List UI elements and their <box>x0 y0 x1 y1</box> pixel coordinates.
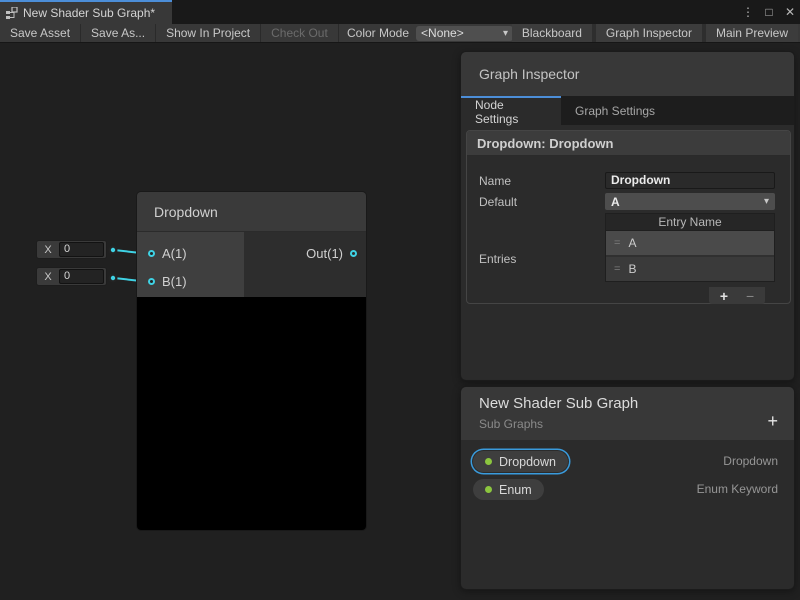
input-a-value-widget[interactable]: X 0 <box>36 240 107 259</box>
add-property-button[interactable]: + <box>767 411 778 432</box>
graph-inspector-title: Graph Inspector <box>479 66 579 82</box>
drag-handle-icon[interactable]: = <box>614 263 620 275</box>
shader-graph-icon <box>6 7 18 19</box>
node-title[interactable]: Dropdown <box>137 192 366 232</box>
entry-row[interactable]: = A <box>606 231 774 255</box>
blackboard-title: New Shader Sub Graph <box>479 395 638 412</box>
section-title: Dropdown: Dropdown <box>467 131 790 156</box>
add-entry-button[interactable]: + <box>720 288 728 304</box>
chevron-down-icon: ▾ <box>764 196 769 207</box>
property-dot-icon <box>485 486 492 493</box>
save-asset-button[interactable]: Save Asset <box>0 24 81 42</box>
window-menu-icon[interactable]: ⋮ <box>742 5 754 19</box>
dropdown-property-pill[interactable]: Dropdown <box>473 451 568 472</box>
property-type-label: Dropdown <box>723 454 778 468</box>
blackboard-panel: New Shader Sub Graph Sub Graphs + Dropdo… <box>460 386 795 590</box>
default-dropdown[interactable]: A ▾ <box>605 193 775 210</box>
port-a-label: A(1) <box>162 246 187 261</box>
port-out[interactable]: Out(1) <box>306 246 357 261</box>
port-b[interactable]: B(1) <box>148 274 187 289</box>
entry-row-label: B <box>628 262 636 276</box>
save-as-button[interactable]: Save As... <box>81 24 156 42</box>
port-b-icon[interactable] <box>148 278 155 285</box>
dropdown-node[interactable]: Dropdown A(1) B(1) Out(1) <box>137 192 366 530</box>
input-b-value-widget[interactable]: X 0 <box>36 267 107 286</box>
shader-graph-window: New Shader Sub Graph* ⋮ □ ✕ Save Asset S… <box>0 0 800 600</box>
name-label: Name <box>479 174 511 188</box>
color-mode-value: <None> <box>421 26 464 40</box>
entry-row-label: A <box>628 236 636 250</box>
document-tab[interactable]: New Shader Sub Graph* <box>0 0 172 24</box>
node-settings-section: Dropdown: Dropdown Name Dropdown Default… <box>466 130 791 304</box>
input-a-value-field[interactable]: 0 <box>59 242 104 257</box>
port-out-icon[interactable] <box>350 250 357 257</box>
title-bar: New Shader Sub Graph* ⋮ □ ✕ <box>0 0 800 24</box>
port-a-icon[interactable] <box>148 250 155 257</box>
color-mode-dropdown[interactable]: <None> ▾ <box>416 26 513 41</box>
toolbar: Save Asset Save As... Show In Project Ch… <box>0 24 800 43</box>
blackboard-subtitle: Sub Graphs <box>479 417 543 431</box>
blackboard-item-dropdown: Dropdown Dropdown <box>461 451 795 473</box>
component-x-label: X <box>37 271 59 283</box>
entries-table: Entry Name = A = B <box>605 213 775 282</box>
node-preview <box>137 297 366 530</box>
property-label: Dropdown <box>499 455 556 469</box>
default-label: Default <box>479 195 517 209</box>
port-a[interactable]: A(1) <box>148 246 187 261</box>
tab-graph-settings[interactable]: Graph Settings <box>561 96 669 125</box>
inspector-tabbar: Node Settings Graph Settings <box>461 96 794 125</box>
entry-row[interactable]: = B <box>606 257 774 281</box>
input-b-value-field[interactable]: 0 <box>59 269 104 284</box>
entries-footer: + − <box>709 287 765 304</box>
blackboard-toggle-button[interactable]: Blackboard <box>512 24 592 42</box>
enum-property-pill[interactable]: Enum <box>473 479 544 500</box>
graph-inspector-header[interactable]: Graph Inspector <box>461 52 794 96</box>
chevron-down-icon: ▾ <box>503 28 508 39</box>
property-dot-icon <box>485 458 492 465</box>
document-tab-title: New Shader Sub Graph* <box>23 6 155 20</box>
blackboard-item-enum: Enum Enum Keyword <box>461 479 795 501</box>
show-in-project-button[interactable]: Show In Project <box>156 24 261 42</box>
entries-label: Entries <box>479 252 516 266</box>
property-type-label: Enum Keyword <box>697 482 778 496</box>
remove-entry-button[interactable]: − <box>746 288 754 304</box>
graph-inspector-toggle-button[interactable]: Graph Inspector <box>596 24 702 42</box>
color-mode-label: Color Mode <box>347 26 409 40</box>
tab-node-settings[interactable]: Node Settings <box>461 96 561 125</box>
blackboard-header[interactable]: New Shader Sub Graph Sub Graphs + <box>461 387 794 440</box>
graph-inspector-panel: Graph Inspector Node Settings Graph Sett… <box>460 51 795 381</box>
property-label: Enum <box>499 483 532 497</box>
name-field[interactable]: Dropdown <box>605 172 775 189</box>
entries-table-header: Entry Name <box>606 214 774 231</box>
drag-handle-icon[interactable]: = <box>614 237 620 249</box>
main-preview-toggle-button[interactable]: Main Preview <box>706 24 798 42</box>
close-icon[interactable]: ✕ <box>784 5 796 19</box>
port-b-label: B(1) <box>162 274 187 289</box>
maximize-icon[interactable]: □ <box>763 5 775 19</box>
default-value: A <box>611 195 620 209</box>
check-out-button: Check Out <box>261 24 339 42</box>
port-out-label: Out(1) <box>306 246 343 261</box>
component-x-label: X <box>37 244 59 256</box>
